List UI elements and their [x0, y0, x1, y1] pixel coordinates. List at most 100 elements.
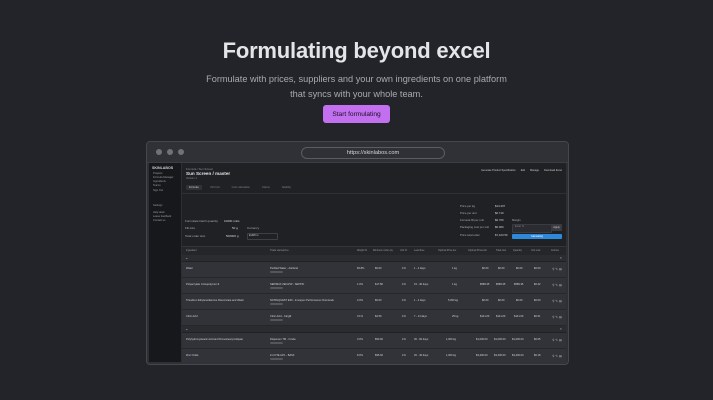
column-header[interactable]: Lead time — [414, 249, 425, 252]
sidebar-item-feedback[interactable]: Leave feedback — [153, 215, 171, 218]
sidebar-item-ingredients[interactable]: Ingredients — [153, 180, 166, 183]
ingredient-cell: Polyhydroxystearic Acid and Di-Isosteary… — [186, 338, 243, 341]
sidebar-item-sign-out[interactable]: Sign Out — [153, 189, 163, 192]
table-row[interactable]: Zinc Oxide Z-COTE HP1 - BASF 8.0% $95.00… — [182, 349, 566, 364]
phase-group-header[interactable]: ⌄ × — [182, 255, 566, 261]
lead-time-cell: 1 - 4 days — [414, 299, 426, 302]
tab-stability[interactable]: Stability — [279, 185, 294, 190]
sidebar-item-contact[interactable]: Contact us — [153, 219, 165, 222]
unit-cost-cell: $0.00 — [534, 267, 541, 270]
column-header[interactable]: Ingredient — [186, 249, 197, 252]
row-actions-icons[interactable]: ⚲ ✎ ▤ — [552, 283, 562, 287]
row-actions-icons[interactable]: ⚲ ✎ ▤ — [552, 315, 562, 319]
unit-cost-cell: $0.18 — [534, 354, 541, 357]
table-row[interactable]: Polyacrylate Crosspolymer-6 SEPIMAX ZEN-… — [182, 278, 566, 294]
tab-formula[interactable]: Formula — [186, 185, 202, 190]
table-row[interactable]: Water Purified Water - Ashland 82.8% $0.… — [182, 262, 566, 278]
tab-inci-list[interactable]: INCI list — [208, 185, 223, 190]
price-tier-cell: 5,000 kg — [448, 299, 458, 302]
supplier-badge — [270, 287, 283, 289]
total-cost-cell: $0.00 — [498, 299, 505, 302]
price-unit-cell: $0.00 — [482, 299, 489, 302]
weight-cell[interactable]: 0.1% — [357, 315, 363, 318]
total-cost-cell: $3,400.00 — [494, 354, 506, 357]
hero-title: Formulating beyond excel — [222, 38, 491, 63]
row-actions-icons[interactable]: ⚲ ✎ ▤ — [552, 267, 562, 271]
sidebar-brand: SKINLABOS — [152, 166, 174, 170]
close-icon[interactable]: × — [560, 326, 562, 331]
column-header[interactable]: Weight % — [357, 249, 367, 252]
chevron-down-icon[interactable]: ⌄ — [185, 326, 188, 331]
summary-value: $7,103.50 — [495, 233, 508, 237]
unit-cost-cell: $0.05 — [534, 338, 541, 341]
column-header[interactable]: Quantity — [513, 249, 522, 252]
table-row[interactable]: Trisodium Ethylenediamine Disuccinate an… — [182, 294, 566, 310]
unit-cost-cell: $0.00 — [534, 299, 541, 302]
trade-name-cell[interactable]: SEPIMAX ZEN-PW - SEPPIC — [270, 283, 304, 286]
summary-value: $14.207 — [495, 204, 506, 208]
currency-select[interactable]: EURO ▾ — [247, 233, 278, 240]
price-tier-cell: 1 kg — [452, 283, 457, 286]
quantity-cell: $3,400.00 — [512, 354, 524, 357]
summary-label: Price per kg — [460, 204, 475, 208]
fill-size-value[interactable]: 50 g — [232, 226, 238, 230]
column-header[interactable]: Unit cost — [531, 249, 540, 252]
column-header[interactable]: Optimal Price/unit — [468, 249, 487, 252]
sidebar-item-help-desk[interactable]: Help desk — [153, 211, 165, 214]
trade-name-cell[interactable]: Z-COTE HP1 - BASF — [270, 354, 295, 357]
download-excel-button[interactable]: Download Excel — [544, 169, 562, 172]
price-unit-cell: $0.00 — [482, 267, 489, 270]
unit-cost-cell: $0.22 — [534, 283, 541, 286]
table-row[interactable]: Polyhydroxystearic Acid and Di-Isosteary… — [182, 333, 566, 349]
trade-name-cell[interactable]: NATRLQUEST E30 - Innospec Performance Ch… — [270, 299, 334, 302]
summary-label: Formula fill per unit — [460, 218, 484, 222]
phase-group-header[interactable]: ⌄ × — [182, 326, 566, 332]
currency-value: EURO — [249, 234, 257, 237]
sidebar-item-projects[interactable]: Projects — [153, 172, 162, 175]
address-bar[interactable]: https://skinlabos.com — [301, 147, 445, 159]
total-cost-cell: $589.35 — [496, 283, 506, 286]
weight-cell[interactable]: 3.0% — [357, 338, 363, 341]
weight-cell[interactable]: 1.0% — [357, 283, 363, 286]
unit-cell: 1% — [402, 267, 406, 270]
apply-margin-button[interactable]: Apply — [551, 224, 562, 231]
price-tier-cell: 1,000 kg — [446, 338, 456, 341]
column-header[interactable]: Minimum order qty — [373, 249, 393, 252]
start-formulating-button[interactable]: Start formulating — [323, 105, 390, 123]
edit-button[interactable]: Edit — [521, 169, 525, 172]
tab-claims[interactable]: Claims — [259, 185, 273, 190]
generate-spec-button[interactable]: Generate Product Specification — [481, 169, 516, 172]
close-icon[interactable]: × — [560, 255, 562, 260]
column-header[interactable]: Optimal Price tier — [438, 249, 456, 252]
chevron-down-icon[interactable]: ⌄ — [185, 255, 188, 260]
row-actions-icons[interactable]: ⚲ ✎ ▤ — [552, 299, 562, 303]
table-row[interactable]: Citric Acid Citric Acid - Cargill 0.1% $… — [182, 310, 566, 326]
trade-name-cell[interactable]: Dispersun TM - Croda — [270, 338, 295, 341]
quantity-cell: $589.35 — [514, 283, 524, 286]
margin-input[interactable]: Enter % — [512, 224, 552, 233]
column-header[interactable]: Trade name/price — [270, 249, 289, 252]
total-cost-cell: $0.00 — [498, 267, 505, 270]
sidebar-item-formula-manager[interactable]: Formula Manager — [153, 176, 173, 179]
ingredient-cell: Polyacrylate Crosspolymer-6 — [186, 283, 220, 286]
sidebar-item-teams[interactable]: Teams — [153, 184, 161, 187]
trade-name-cell[interactable]: Purified Water - Ashland — [270, 267, 298, 270]
window-minimize-dot[interactable] — [167, 149, 173, 155]
sidebar-item-settings[interactable]: Settings — [153, 204, 162, 207]
column-header[interactable]: Unit % — [400, 249, 407, 252]
weight-cell[interactable]: 2.0% — [357, 299, 363, 302]
weight-cell[interactable]: 82.8% — [357, 267, 364, 270]
column-header[interactable]: Total cost — [496, 249, 506, 252]
lead-time-cell: 20 - 40 days — [414, 354, 429, 357]
window-close-dot[interactable] — [156, 149, 162, 155]
progress-bar: Calculating — [512, 234, 562, 239]
weight-cell[interactable]: 8.0% — [357, 354, 363, 357]
window-maximize-dot[interactable] — [178, 149, 184, 155]
tab-cost-calculation[interactable]: Cost calculation — [229, 185, 253, 190]
trade-name-cell[interactable]: Citric Acid - Cargill — [270, 315, 291, 318]
row-actions-icons[interactable]: ⚲ ✎ ▤ — [552, 338, 562, 342]
unit-cell: 1% — [402, 315, 406, 318]
manage-button[interactable]: Manage — [530, 169, 539, 172]
row-actions-icons[interactable]: ⚲ ✎ ▤ — [552, 354, 562, 358]
batch-quantity-value[interactable]: 10000 units — [224, 219, 240, 223]
